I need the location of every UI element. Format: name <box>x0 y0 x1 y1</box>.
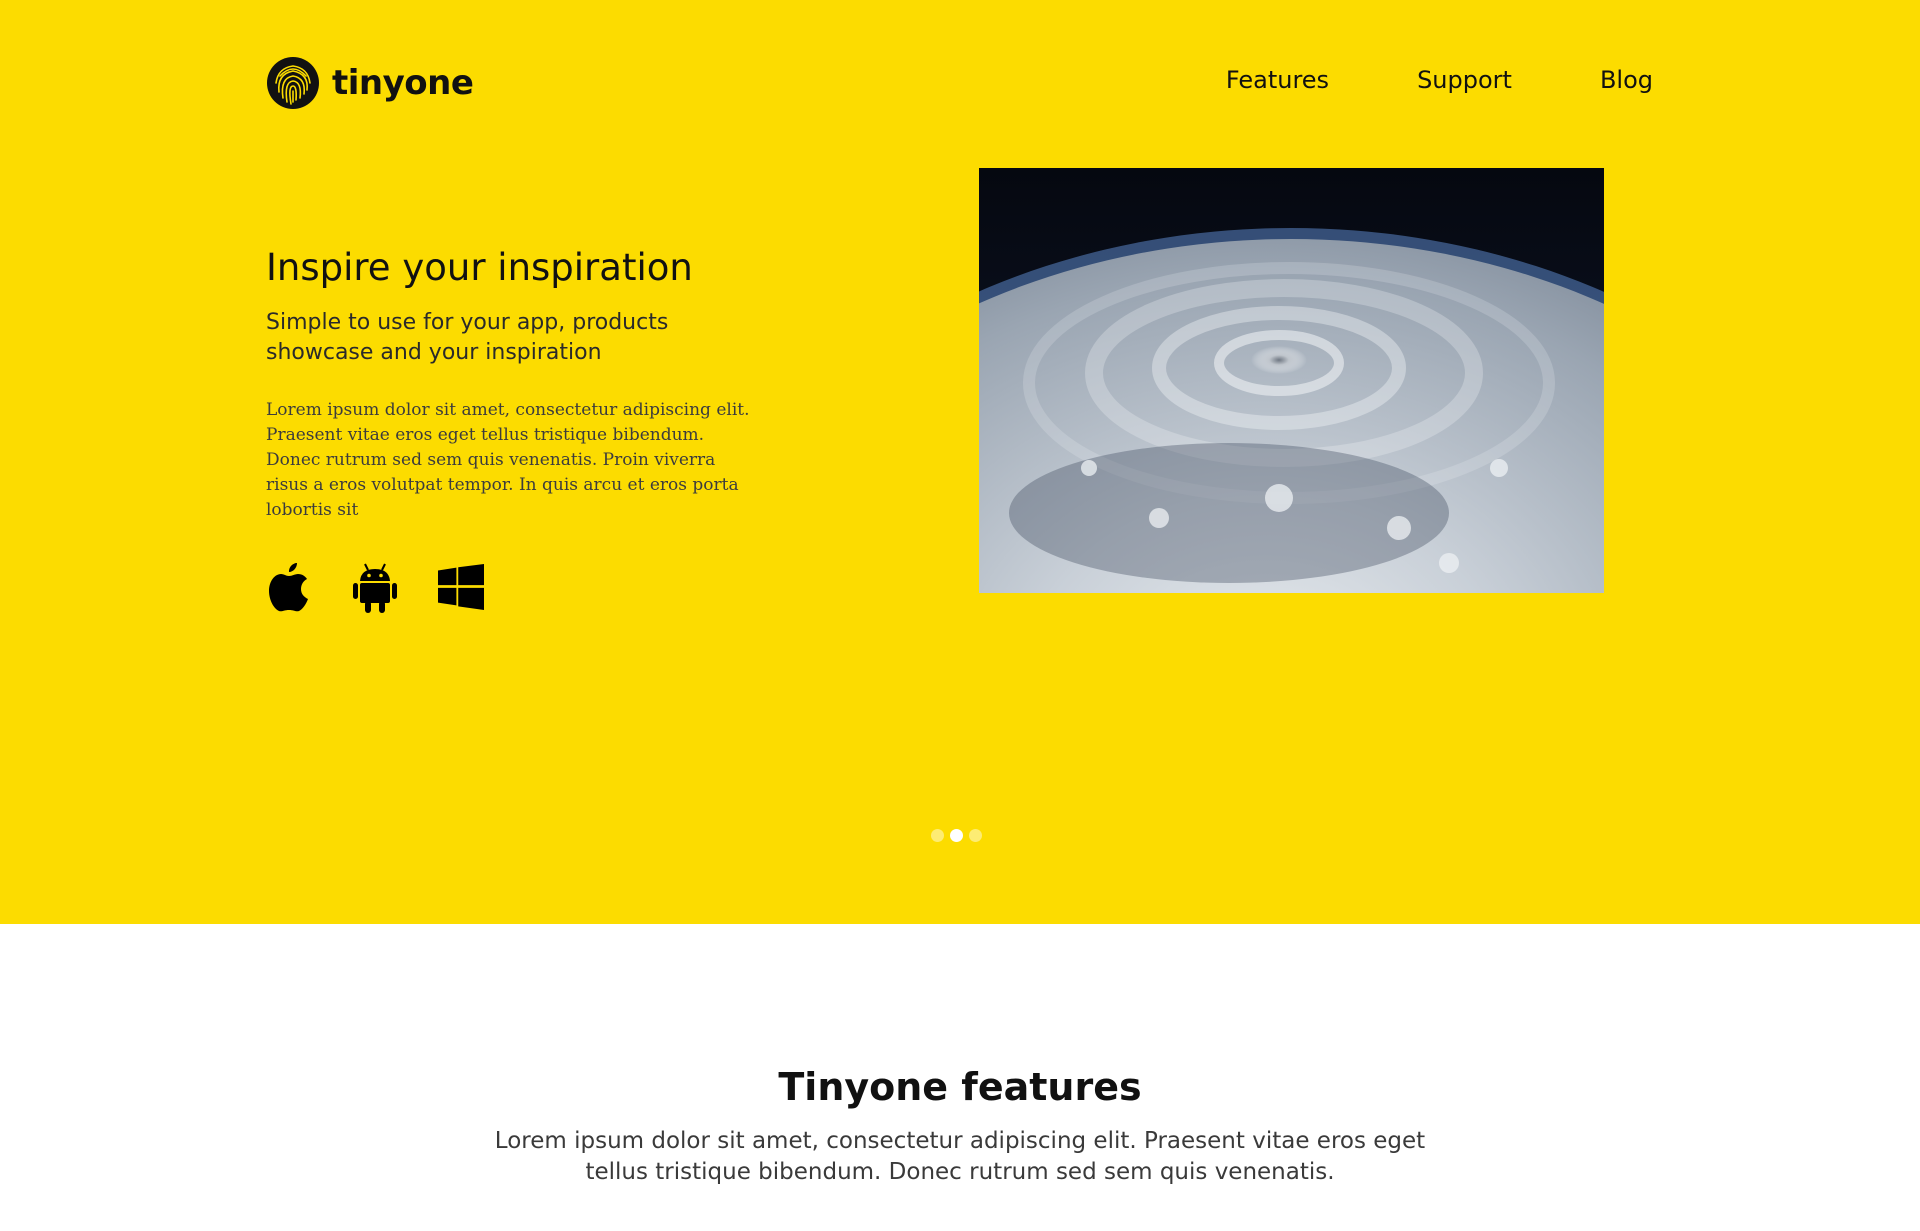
features-section: Tinyone features Lorem ipsum dolor sit a… <box>0 924 1920 1231</box>
features-title: Tinyone features <box>778 1065 1142 1109</box>
hero-subtitle: Simple to use for your app, products sho… <box>266 310 669 365</box>
carousel-dots <box>931 829 982 842</box>
hero-image <box>979 168 1604 593</box>
brand-name: tinyone <box>332 63 474 103</box>
apple-icon <box>269 563 308 612</box>
hero-section: tinyone Features Support Blog Inspire yo… <box>0 0 1920 924</box>
fingerprint-icon <box>267 57 319 109</box>
windows-icon <box>438 564 484 610</box>
windows-store-link[interactable] <box>438 560 484 614</box>
hero-body: Lorem ipsum dolor sit amet, consectetur … <box>266 400 750 520</box>
hero-title: Inspire your inspiration <box>266 246 693 289</box>
carousel-dot-1[interactable] <box>931 829 944 842</box>
android-store-link[interactable] <box>352 560 398 614</box>
brand-logo[interactable]: tinyone <box>266 55 474 111</box>
hero-text-block: Inspire your inspiration Simple to use f… <box>266 244 766 523</box>
nav-blog[interactable]: Blog <box>1600 66 1653 94</box>
features-description: Lorem ipsum dolor sit amet, consectetur … <box>494 1128 1426 1185</box>
nav-support[interactable]: Support <box>1417 66 1512 94</box>
apple-store-link[interactable] <box>266 560 312 614</box>
nav-features[interactable]: Features <box>1226 66 1329 94</box>
carousel-dot-2[interactable] <box>950 829 963 842</box>
main-nav: Features Support Blog <box>1226 66 1653 94</box>
carousel-dot-3[interactable] <box>969 829 982 842</box>
android-icon <box>353 563 397 613</box>
platform-links <box>266 560 484 614</box>
